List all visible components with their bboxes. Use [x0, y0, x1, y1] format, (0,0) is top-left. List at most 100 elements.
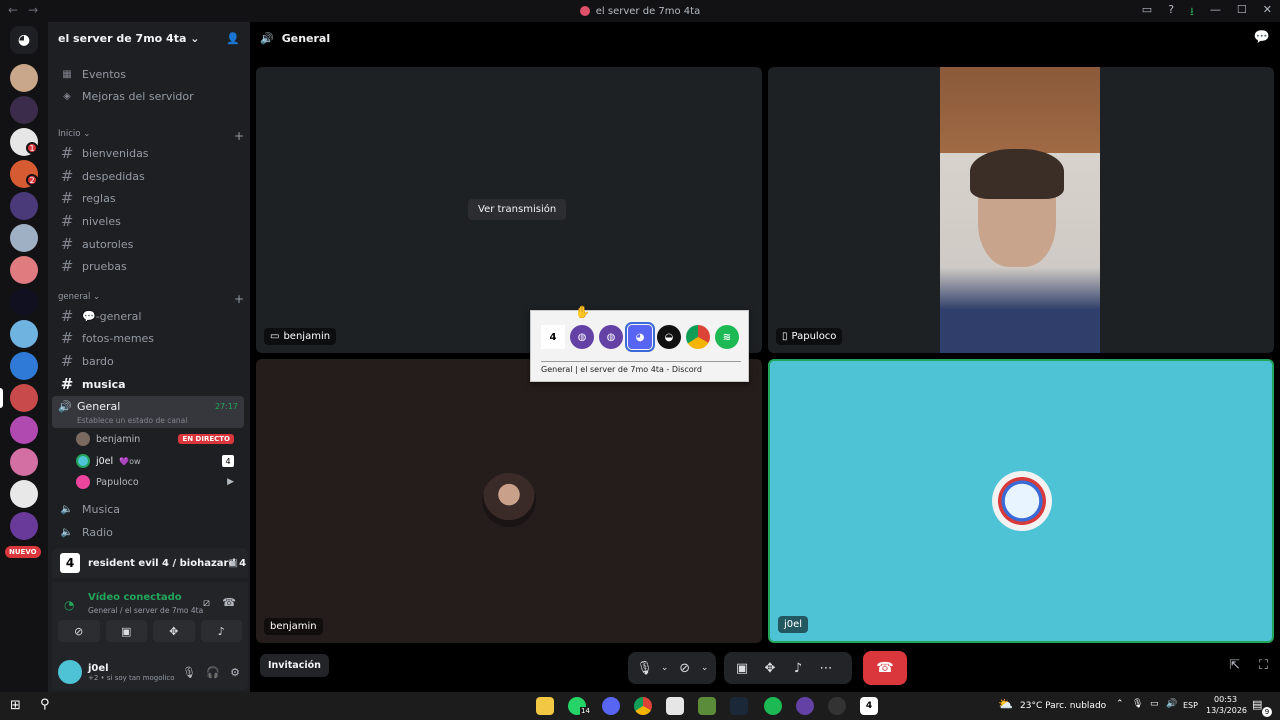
search-icon[interactable]: ⚲ — [40, 697, 50, 712]
settings-gear-icon[interactable]: ⚙ — [230, 666, 240, 679]
forward-arrow-icon[interactable]: → — [28, 3, 38, 17]
voice-status-subtitle[interactable]: General / el server de 7mo 4ta — [88, 606, 203, 615]
server-header[interactable]: el server de 7mo 4ta ⌄ 👤 — [48, 22, 250, 54]
server-icon-1[interactable] — [10, 64, 38, 92]
video-tile-benjamin[interactable]: benjamin — [256, 359, 762, 643]
invite-button[interactable]: Invitación — [260, 654, 329, 677]
server-icon-7[interactable] — [10, 256, 38, 284]
clock-time[interactable]: 00:53 — [1214, 695, 1237, 704]
obs-icon[interactable] — [828, 697, 846, 715]
activities-button[interactable]: ✥ — [153, 620, 195, 642]
fullscreen-icon[interactable]: ⛶ — [1259, 658, 1268, 673]
notification-icon[interactable]: ▤ — [1252, 698, 1262, 711]
soundboard-icon[interactable]: ♪ — [786, 656, 810, 680]
channel-fotos-memes[interactable]: # fotos-memes — [56, 328, 244, 348]
headphones-icon[interactable]: 🎧 — [206, 666, 220, 679]
chat-bubble-icon[interactable]: 💬 — [1254, 30, 1270, 45]
disconnect-call-button[interactable]: ☎ — [863, 651, 907, 685]
discord-icon[interactable] — [602, 697, 620, 715]
re4-icon[interactable]: 4 — [541, 325, 565, 349]
channel-bardo[interactable]: # bardo — [56, 351, 244, 371]
video-tile-papuloco[interactable]: ▯ Papuloco — [768, 67, 1274, 353]
chrome-icon[interactable] — [634, 697, 652, 715]
spotify-icon[interactable] — [764, 697, 782, 715]
clock-date[interactable]: 13/3/2026 — [1206, 706, 1247, 715]
chevron-down-icon[interactable]: ⌄ — [699, 656, 710, 680]
twitch-icon[interactable]: ◍ — [570, 325, 594, 349]
activity-banner[interactable]: 4 resident evil 4 / biohazard 4 ▣ — [52, 548, 248, 578]
channel-bienvenidas[interactable]: # bienvenidas — [56, 143, 244, 163]
inbox-icon[interactable]: ▭ — [1142, 3, 1152, 22]
server-icon-10[interactable] — [10, 352, 38, 380]
channel-musica[interactable]: # musica — [56, 374, 244, 394]
channel-general-text[interactable]: # 💬-general — [56, 306, 244, 326]
channel-status-hint[interactable]: Establece un estado de canal — [77, 416, 187, 425]
screen-share-button[interactable]: ▣ — [105, 620, 147, 642]
file-explorer-icon[interactable] — [536, 697, 554, 715]
watch-stream-button[interactable]: Ver transmisión — [468, 199, 567, 220]
server-icon-12[interactable] — [10, 416, 38, 444]
add-member-icon[interactable]: 👤 — [226, 32, 240, 45]
chevron-down-icon[interactable]: ⌄ — [659, 656, 670, 680]
discord-icon[interactable]: ◕ — [625, 322, 655, 352]
server-icon-15[interactable] — [10, 512, 38, 540]
minecraft-icon[interactable] — [698, 697, 716, 715]
server-icon-5[interactable] — [10, 192, 38, 220]
voice-user-j0el[interactable]: j0el 💜ow 4 — [76, 452, 242, 470]
noise-suppression-icon[interactable]: ⧄ — [203, 596, 210, 610]
steam-icon[interactable] — [730, 697, 748, 715]
obs-icon[interactable]: ◒ — [657, 325, 681, 349]
channel-niveles[interactable]: # niveles — [56, 211, 244, 231]
microphone-icon[interactable]: 🎙 — [634, 656, 655, 680]
voice-user-benjamin[interactable]: benjamin EN DIRECTO — [76, 430, 242, 448]
sidebar-item-boosts[interactable]: ◈ Mejoras del servidor — [56, 86, 244, 106]
weather-text[interactable]: 23°C Parc. nublado — [1020, 701, 1106, 711]
soundboard-button[interactable]: ♪ — [200, 620, 242, 642]
back-arrow-icon[interactable]: ← — [8, 3, 18, 17]
windows-start-icon[interactable]: ⊞ — [10, 698, 21, 713]
microphone-icon[interactable]: 🎙 — [182, 666, 196, 679]
minimize-button[interactable]: — — [1210, 3, 1221, 22]
language-indicator[interactable]: ESP — [1183, 701, 1198, 710]
voice-channel-musica[interactable]: 🔈 Musica — [56, 499, 244, 519]
add-channel-icon[interactable]: + — [234, 292, 244, 306]
server-icon-6[interactable] — [10, 224, 38, 252]
sidebar-item-events[interactable]: ▦ Eventos — [56, 64, 244, 84]
voice-channel-radio[interactable]: 🔈 Radio — [56, 522, 244, 542]
screen-share-icon[interactable]: ▣ — [229, 558, 238, 569]
help-icon[interactable]: ? — [1168, 3, 1174, 22]
channel-reglas[interactable]: # reglas — [56, 188, 244, 208]
server-icon-8[interactable] — [10, 288, 38, 316]
voice-channel-general[interactable]: 🔊 General 27:17 Establece un estado de c… — [52, 396, 244, 428]
popout-icon[interactable]: ⇱ — [1229, 658, 1240, 673]
chrome-icon[interactable] — [686, 325, 710, 349]
store-icon[interactable] — [666, 697, 684, 715]
camera-off-button[interactable]: ⊘ — [58, 620, 100, 642]
spotify-icon[interactable]: ≋ — [715, 325, 739, 349]
server-icon-14[interactable] — [10, 480, 38, 508]
voice-status-title[interactable]: Vídeo conectado — [88, 592, 182, 603]
video-tile-j0el[interactable]: j0el — [768, 359, 1274, 643]
tray-network-icon[interactable]: ▭ — [1150, 699, 1159, 709]
re4-icon[interactable]: 4 — [860, 697, 878, 715]
server-icon-13[interactable] — [10, 448, 38, 476]
twitch-icon[interactable]: ◍ — [599, 325, 623, 349]
tray-volume-icon[interactable]: 🔊 — [1166, 699, 1177, 709]
channel-despedidas[interactable]: # despedidas — [56, 166, 244, 186]
tray-mic-icon[interactable]: 🎙 — [1132, 699, 1143, 709]
maximize-button[interactable]: ☐ — [1237, 3, 1247, 22]
more-options-icon[interactable]: ⋯ — [814, 656, 838, 680]
server-icon-2[interactable] — [10, 96, 38, 124]
user-avatar[interactable] — [58, 660, 82, 684]
server-icon-9[interactable] — [10, 320, 38, 348]
voice-user-papuloco[interactable]: Papuloco ▶ — [76, 473, 242, 491]
category-inicio[interactable]: Inicio ⌄ + — [58, 129, 244, 143]
camera-off-icon[interactable]: ⊘ — [674, 656, 695, 680]
server-icon-11[interactable] — [10, 384, 38, 412]
close-button[interactable]: ✕ — [1263, 3, 1272, 22]
tray-chevron-icon[interactable]: ⌃ — [1116, 699, 1124, 709]
add-channel-icon[interactable]: + — [234, 129, 244, 143]
screen-share-icon[interactable]: ▣ — [730, 656, 754, 680]
disconnect-icon[interactable]: ☎ — [222, 596, 236, 609]
twitch-icon[interactable] — [796, 697, 814, 715]
